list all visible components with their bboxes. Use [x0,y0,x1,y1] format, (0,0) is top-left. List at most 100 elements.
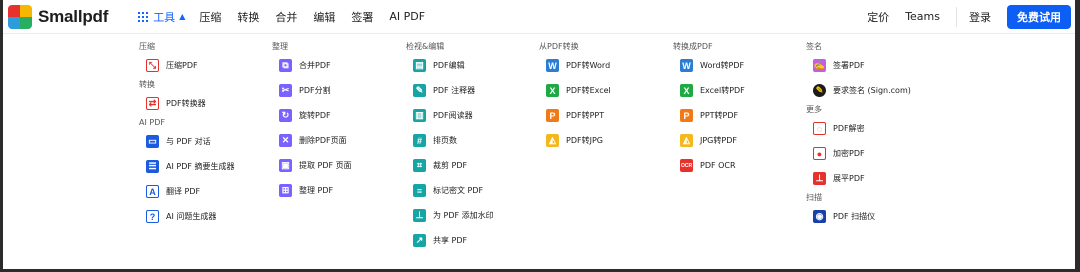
menu-item-word-to-pdf[interactable]: W Word转PDF [673,53,803,78]
menu-item-protect-pdf[interactable]: ● 加密PDF [806,141,936,166]
nav-convert[interactable]: 转换 [237,9,259,25]
nav-pricing[interactable]: 定价 [867,9,889,25]
unlock-icon: ◌ [813,122,826,135]
menu-item-pdf-reader[interactable]: ▥ PDF阅读器 [406,103,536,128]
convert-icon: ⇄ [146,97,159,110]
menu-item-sign-pdf[interactable]: ✍ 签署PDF [806,53,936,78]
menu-item-ai-summary[interactable]: ☰ AI PDF 摘要生成器 [139,154,269,179]
pencil-icon: ✎ [413,84,426,97]
word-icon: W [546,59,559,72]
section-heading-view-edit: 检视&编辑 [406,42,445,51]
nav-edit[interactable]: 编辑 [313,9,335,25]
menu-item-redact-pdf[interactable]: ≡ 标记密文 PDF [406,178,536,203]
menu-column-from-pdf: 从PDF转换 W PDF转Word X PDF转Excel P PDF转PPT … [539,40,669,153]
menu-item-crop-pdf[interactable]: ⌗ 裁剪 PDF [406,153,536,178]
tools-menu-button[interactable]: 工具 ▲ [138,9,185,25]
merge-icon: ⧉ [279,59,292,72]
menu-column-view-edit: 检视&编辑 ▤ PDF编辑 ✎ PDF 注释器 ▥ PDF阅读器 # 排页数 ⌗… [406,40,536,253]
sign-com-icon: ✎ [813,84,826,97]
signature-icon: ✍ [813,59,826,72]
excel-icon: X [546,84,559,97]
organize-icon: ⊞ [279,184,292,197]
menu-item-pdf-to-word[interactable]: W PDF转Word [539,53,669,78]
question-icon: ? [146,210,159,223]
menu-item-jpg-to-pdf[interactable]: ◭ JPG转PDF [673,128,803,153]
main-nav: 工具 ▲ 压缩 转换 合并 编辑 签署 AI PDF [138,9,441,25]
menu-item-share-pdf[interactable]: ↗ 共享 PDF [406,228,536,253]
menu-column-to-pdf: 转换成PDF W Word转PDF X Excel转PDF P PPT转PDF … [673,40,803,178]
word-icon: W [680,59,693,72]
menu-column-organize: 整理 ⧉ 合并PDF ✂ PDF分割 ↻ 旋转PDF ✕ 删除PDF页面 ▣ 提… [272,40,402,203]
image-icon: ◭ [680,134,693,147]
redact-icon: ≡ [413,184,426,197]
section-heading-sign: 签名 [806,42,822,51]
menu-item-translate-pdf[interactable]: A 翻译 PDF [139,179,269,204]
ocr-icon: OCR [680,159,693,172]
top-navigation-bar: Smallpdf 工具 ▲ 压缩 转换 合并 编辑 签署 AI PDF 定价 T… [3,0,1075,34]
rotate-icon: ↻ [279,109,292,122]
crop-icon: ⌗ [413,159,426,172]
menu-item-ai-question-generator[interactable]: ? AI 问题生成器 [139,204,269,229]
logo[interactable]: Smallpdf [8,4,109,29]
menu-item-rotate-pdf[interactable]: ↻ 旋转PDF [272,103,402,128]
compress-icon: ⤡ [146,59,159,72]
nav-ai-pdf[interactable]: AI PDF [389,10,425,23]
menu-item-edit-pdf[interactable]: ▤ PDF编辑 [406,53,536,78]
menu-item-pdf-ocr[interactable]: OCR PDF OCR [673,153,803,178]
excel-icon: X [680,84,693,97]
menu-item-chat-with-pdf[interactable]: ▭ 与 PDF 对话 [139,129,269,154]
scissors-icon: ✂ [279,84,292,97]
logo-text: Smallpdf [38,6,109,26]
menu-item-pdf-converter[interactable]: ⇄ PDF转换器 [139,91,269,116]
menu-item-organize-pdf[interactable]: ⊞ 整理 PDF [272,178,402,203]
stamp-icon: ⊥ [413,209,426,222]
trash-icon: ✕ [279,134,292,147]
section-heading-organize: 整理 [272,42,288,51]
flatten-icon: ⊥ [813,172,826,185]
nav-divider [956,6,957,27]
section-heading-ai-pdf: AI PDF [139,118,165,127]
menu-item-compress-pdf[interactable]: ⤡ 压缩PDF [139,53,269,78]
menu-item-delete-pages[interactable]: ✕ 删除PDF页面 [272,128,402,153]
edit-document-icon: ▤ [413,59,426,72]
chat-icon: ▭ [146,135,159,148]
right-nav: 定价 Teams 登录 免费试用 [867,0,1075,33]
menu-item-ppt-to-pdf[interactable]: P PPT转PDF [673,103,803,128]
menu-item-merge-pdf[interactable]: ⧉ 合并PDF [272,53,402,78]
menu-item-page-numbers[interactable]: # 排页数 [406,128,536,153]
menu-item-request-signature[interactable]: ✎ 要求签名 (Sign.com) [806,78,936,103]
menu-item-pdf-scanner[interactable]: ◉ PDF 扫描仪 [806,204,936,229]
menu-item-pdf-to-excel[interactable]: X PDF转Excel [539,78,669,103]
section-heading-compress: 压缩 [139,42,155,51]
login-link[interactable]: 登录 [969,9,991,25]
nav-sign[interactable]: 签署 [351,9,373,25]
translate-icon: A [146,185,159,198]
nav-compress[interactable]: 压缩 [199,9,221,25]
image-icon: ◭ [546,134,559,147]
list-icon: ☰ [146,160,159,173]
menu-item-watermark-pdf[interactable]: ⊥ 为 PDF 添加水印 [406,203,536,228]
menu-item-pdf-to-jpg[interactable]: ◭ PDF转JPG [539,128,669,153]
menu-item-annotate-pdf[interactable]: ✎ PDF 注释器 [406,78,536,103]
smallpdf-logo-icon [8,4,32,29]
menu-item-flatten-pdf[interactable]: ⊥ 展平PDF [806,166,936,191]
menu-item-pdf-to-ppt[interactable]: P PDF转PPT [539,103,669,128]
grid-icon [138,11,149,22]
section-heading-to-pdf: 转换成PDF [673,42,713,51]
reader-icon: ▥ [413,109,426,122]
caret-up-icon: ▲ [179,12,186,21]
tools-label: 工具 [153,10,176,24]
page-number-icon: # [413,134,426,147]
section-heading-scan: 扫描 [806,193,822,202]
free-trial-button[interactable]: 免费试用 [1007,4,1071,29]
nav-merge[interactable]: 合并 [275,9,297,25]
menu-item-excel-to-pdf[interactable]: X Excel转PDF [673,78,803,103]
menu-item-unlock-pdf[interactable]: ◌ PDF解密 [806,116,936,141]
menu-column-sign-more-scan: 签名 ✍ 签署PDF ✎ 要求签名 (Sign.com) 更多 ◌ PDF解密 … [806,40,936,229]
section-heading-convert: 转换 [139,80,155,89]
powerpoint-icon: P [680,109,693,122]
camera-icon: ◉ [813,210,826,223]
menu-item-extract-pages[interactable]: ▣ 提取 PDF 页面 [272,153,402,178]
nav-teams[interactable]: Teams [905,10,940,23]
menu-item-split-pdf[interactable]: ✂ PDF分割 [272,78,402,103]
